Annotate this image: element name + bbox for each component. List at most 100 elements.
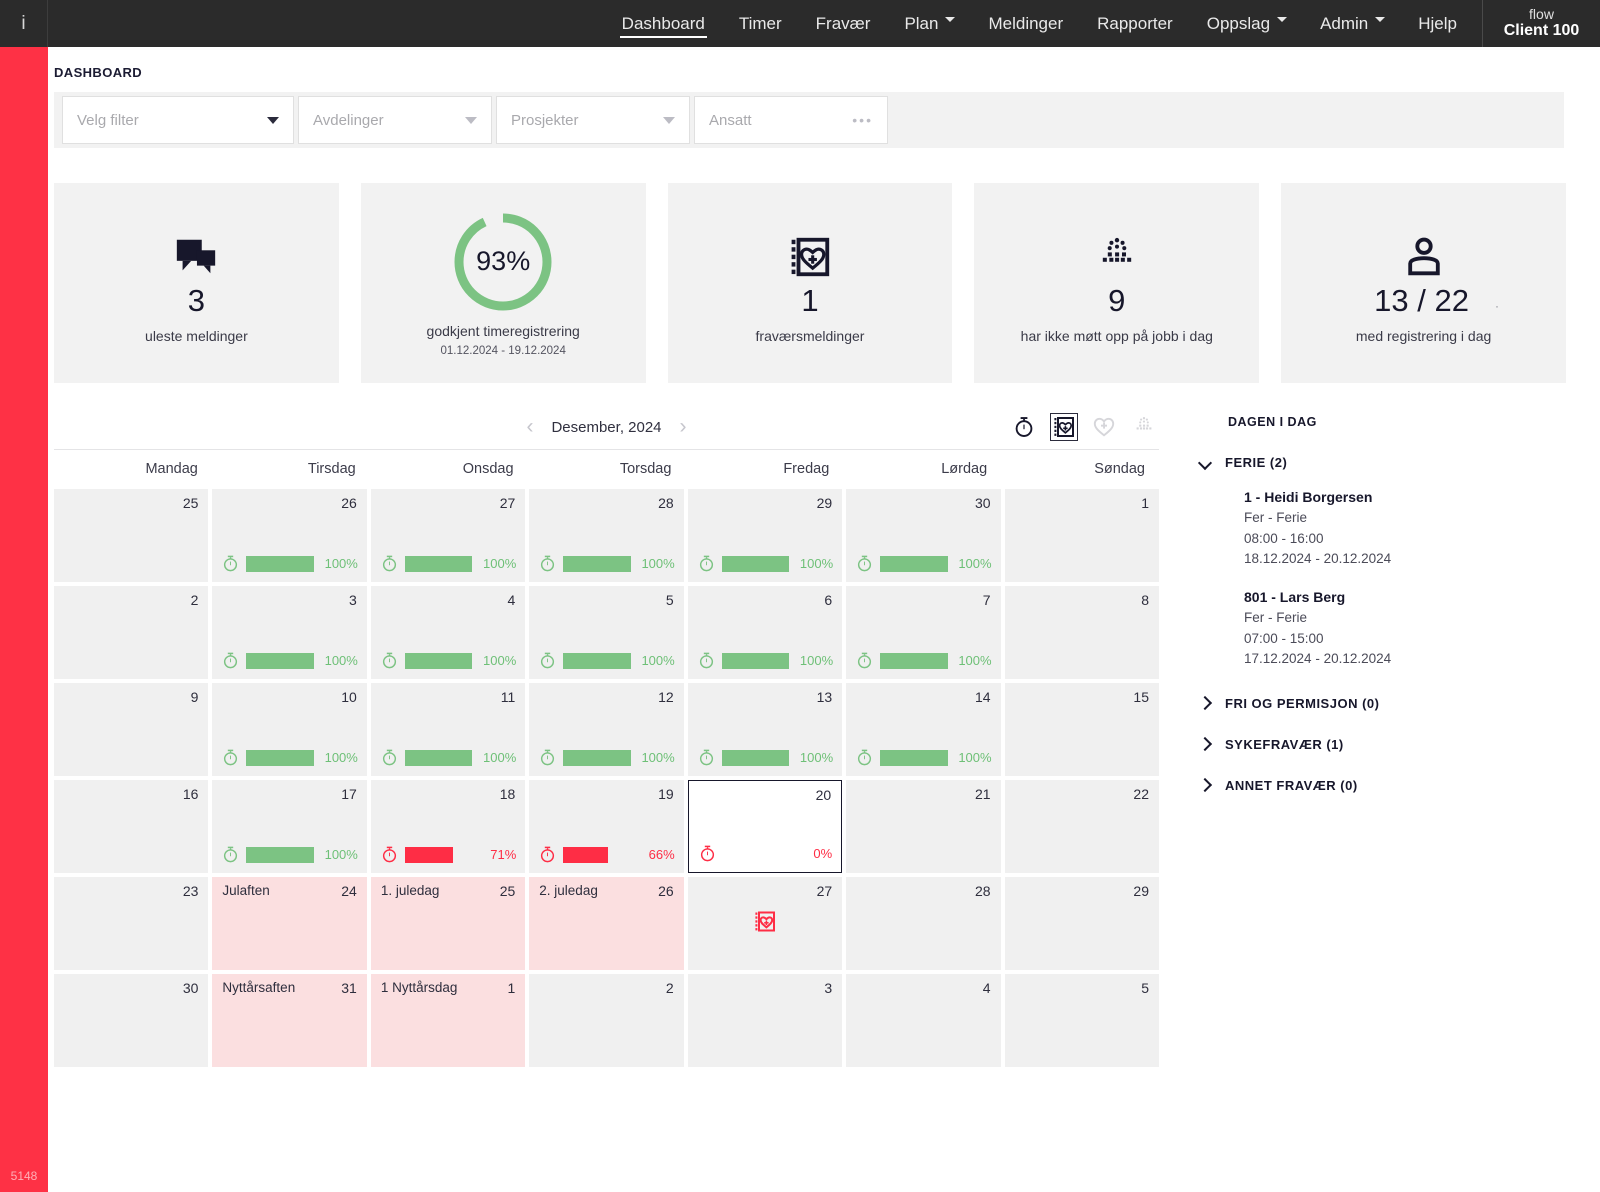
calendar-day-cell[interactable]: 3 100% [212, 586, 367, 679]
calendar-toggle-absence-card[interactable] [1050, 413, 1078, 441]
nav-item-oppslag[interactable]: Oppslag [1190, 0, 1303, 47]
progress-bar-fill [721, 749, 790, 766]
calendar-day-cell[interactable]: 15 [1004, 683, 1159, 776]
nav-item-dashboard[interactable]: Dashboard [605, 0, 722, 47]
progress-percent-label: 100% [641, 750, 675, 765]
calendar-day-cell[interactable]: 2 [529, 974, 684, 1067]
progress-bar-track [563, 652, 631, 669]
calendar-toggle-heart-plus[interactable] [1091, 414, 1117, 440]
kpi-card-har-ikke-møtt-opp-på-jobb-i-[interactable]: 9 har ikke møtt opp på jobb i dag [974, 183, 1260, 383]
calendar-day-cell[interactable]: 30 [54, 974, 209, 1067]
calendar-day-cell[interactable]: Julaften 24 [212, 877, 367, 970]
calendar-day-cell[interactable]: 4 [846, 974, 1001, 1067]
holiday-label: Nyttårsaften [222, 980, 296, 995]
calendar-day-cell[interactable]: 7 100% [846, 586, 1001, 679]
filter-avdelinger[interactable]: Avdelinger [298, 96, 492, 144]
nav-item-meldinger[interactable]: Meldinger [971, 0, 1080, 47]
timesheet-progress: 100% [697, 748, 833, 767]
calendar-day-cell[interactable]: 30 100% [846, 489, 1001, 582]
today-section-header[interactable]: ANNET FRAVÆR (0) [1199, 778, 1583, 793]
calendar-day-cell[interactable]: 22 [1004, 780, 1159, 873]
calendar-day-cell[interactable]: 16 [54, 780, 209, 873]
calendar-day-cell[interactable]: 12 100% [529, 683, 684, 776]
next-month-button[interactable]: › [680, 415, 687, 439]
calendar-day-cell[interactable]: Nyttårsaften 31 [212, 974, 367, 1067]
absence-entry-time: 07:00 - 15:00 [1244, 630, 1324, 646]
calendar-day-cell[interactable]: 3 [687, 974, 843, 1067]
today-section-header[interactable]: SYKEFRAVÆR (1) [1199, 737, 1583, 752]
day-number: 6 [824, 592, 833, 608]
calendar-day-cell[interactable]: 14 100% [846, 683, 1001, 776]
progress-percent-label: 100% [483, 556, 517, 571]
calendar-day-cell[interactable]: 1 Nyttårsdag 1 [370, 974, 526, 1067]
today-section-header[interactable]: FRI OG PERMISJON (0) [1199, 696, 1583, 711]
nav-item-frav-r[interactable]: Fravær [799, 0, 888, 47]
kpi-card-fraværsmeldinger[interactable]: 1 fraværsmeldinger [667, 183, 953, 383]
calendar-day-cell[interactable]: 1 [1004, 489, 1159, 582]
day-number: 7 [982, 592, 991, 608]
timesheet-progress: 100% [855, 748, 992, 767]
kpi-value: 3 [187, 283, 206, 319]
calendar-toggle-dotted-person[interactable] [1131, 414, 1157, 440]
timesheet-progress: 100% [697, 651, 833, 670]
kpi-card-godkjent-timeregistrering[interactable]: 93% godkjent timeregistrering 01.12.2024 -… [360, 183, 646, 383]
calendar-day-cell[interactable]: 9 [54, 683, 209, 776]
absence-card-icon[interactable] [753, 909, 777, 938]
calendar-day-cell[interactable]: 5 [1004, 974, 1159, 1067]
day-number: 28 [974, 883, 991, 899]
day-number: 2 [665, 980, 674, 996]
absence-entry[interactable]: 801 - Lars Berg Fer - Ferie 07:00 - 15:00 1… [1199, 587, 1583, 670]
prev-month-button[interactable]: ‹ [526, 415, 533, 439]
nav-item-admin[interactable]: Admin [1303, 0, 1401, 47]
calendar-day-cell[interactable]: 17 100% [212, 780, 367, 873]
filter-placeholder: Velg filter [77, 111, 139, 129]
nav-item-timer[interactable]: Timer [722, 0, 799, 47]
calendar-day-cell[interactable]: 27 [687, 877, 843, 970]
calendar-day-cell[interactable]: 27 100% [370, 489, 526, 582]
nav-item-rapporter[interactable]: Rapporter [1080, 0, 1190, 47]
calendar-day-cell[interactable]: 1. juledag 25 [370, 877, 526, 970]
calendar-day-cell[interactable]: 2 [54, 586, 209, 679]
kpi-card-med-registrering-i-dag[interactable]: 13 / 22 · med registrering i dag [1281, 183, 1566, 383]
calendar-toggle-stopwatch[interactable] [1011, 414, 1037, 440]
calendar-day-cell[interactable]: 21 [846, 780, 1001, 873]
calendar-day-cell[interactable]: 6 100% [687, 586, 843, 679]
calendar-day-cell[interactable]: 29 [1004, 877, 1159, 970]
holiday-label: 1. juledag [380, 883, 440, 898]
timesheet-progress: 71% [380, 845, 516, 864]
calendar-day-cell[interactable]: 2. juledag 26 [529, 877, 684, 970]
progress-percent-label: 100% [641, 556, 675, 571]
calendar-day-cell[interactable]: 18 71% [370, 780, 526, 873]
kpi-dot-marker: · [1494, 298, 1499, 313]
calendar-day-cell[interactable]: 8 [1004, 586, 1159, 679]
calendar-day-cell[interactable]: 11 100% [370, 683, 526, 776]
nav-item-hjelp[interactable]: Hjelp [1401, 0, 1474, 47]
calendar-day-cell[interactable]: 25 [54, 489, 209, 582]
filter-prosjekter[interactable]: Prosjekter [496, 96, 690, 144]
calendar-day-cell[interactable]: 28 [846, 877, 1001, 970]
day-number: 21 [974, 786, 991, 802]
filter-ansatt[interactable]: Ansatt ••• [694, 96, 888, 144]
calendar-day-cell[interactable]: 26 100% [212, 489, 367, 582]
calendar-day-cell[interactable]: 29 100% [687, 489, 843, 582]
calendar-day-cell[interactable]: 5 100% [529, 586, 684, 679]
day-number: 31 [341, 980, 357, 996]
absence-entry[interactable]: 1 - Heidi Borgersen Fer - Ferie 08:00 - 16… [1199, 487, 1583, 570]
calendar-day-cell[interactable]: 13 100% [687, 683, 843, 776]
app-logo[interactable]: i [0, 0, 48, 47]
kpi-card-uleste-meldinger[interactable]: 3 uleste meldinger [54, 183, 339, 383]
calendar-day-cell[interactable]: 4 100% [370, 586, 526, 679]
calendar-day-cell[interactable]: 28 100% [529, 489, 684, 582]
calendar-day-cell[interactable]: 19 66% [529, 780, 684, 873]
absence-entry-name: 1 - Heidi Borgersen [1244, 489, 1373, 505]
calendar-day-cell[interactable]: 10 100% [212, 683, 367, 776]
day-number: 3 [824, 980, 833, 996]
timesheet-progress: 100% [855, 554, 992, 573]
day-number: 23 [182, 883, 199, 899]
today-section-header[interactable]: FERIE (2) [1199, 455, 1583, 470]
left-rail[interactable]: 5148 [0, 47, 48, 1192]
calendar-day-cell[interactable]: 23 [54, 877, 209, 970]
calendar-day-cell[interactable]: 20 0% [687, 780, 843, 873]
nav-item-plan[interactable]: Plan [887, 0, 971, 47]
filter-velg-filter[interactable]: Velg filter [62, 96, 294, 144]
